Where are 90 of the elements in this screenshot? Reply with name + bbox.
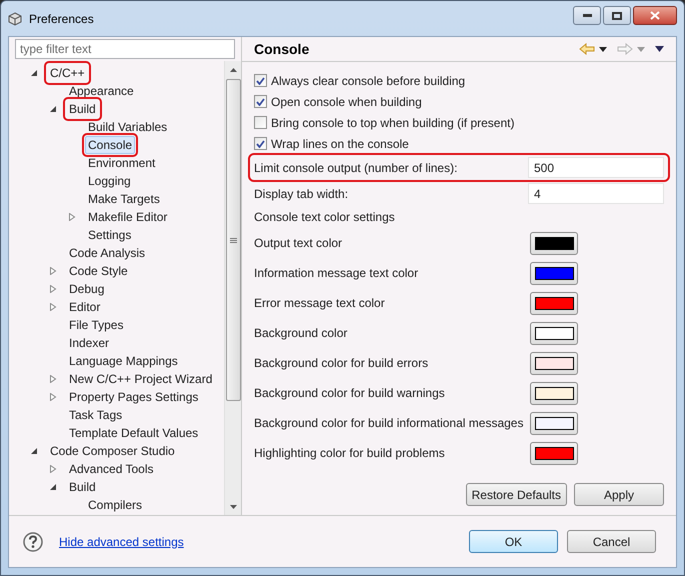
tree-item[interactable]: Make Targets	[85, 190, 163, 208]
tree-item[interactable]: New C/C++ Project Wizard	[66, 370, 216, 388]
section-label: Console text color settings	[254, 209, 395, 226]
color-label: Error message text color	[254, 295, 386, 312]
tree-item[interactable]: File Types	[66, 316, 126, 334]
color-button[interactable]	[530, 382, 578, 404]
tree-item[interactable]: Property Pages Settings	[66, 388, 202, 406]
maximize-icon	[612, 12, 622, 20]
maximize-button[interactable]	[603, 6, 631, 25]
minimize-icon	[582, 14, 592, 17]
dropdown-icon[interactable]	[599, 46, 607, 52]
tree-item[interactable]: Template Default Values	[66, 424, 202, 442]
color-label: Background color for build errors	[254, 355, 430, 372]
scroll-down-icon	[230, 505, 236, 509]
hide-advanced-settings-link[interactable]: Hide advanced settings	[59, 532, 184, 550]
dialog-button[interactable]: Apply	[574, 483, 664, 506]
color-label: Information message text color	[254, 265, 420, 282]
color-label: Background color for build informational messages	[254, 415, 524, 432]
close-button[interactable]	[633, 6, 677, 25]
grip-icon	[230, 238, 236, 242]
tree-item[interactable]: Code Analysis	[66, 244, 148, 262]
input-field[interactable]: 500	[528, 157, 664, 178]
color-label: Background color	[254, 325, 348, 342]
color-button[interactable]	[530, 292, 578, 314]
scrollbar[interactable]	[224, 61, 241, 515]
collapsed-arrow-icon[interactable]	[50, 267, 57, 275]
tree-item[interactable]: Build	[66, 478, 99, 496]
color-label: Background color for build warnings	[254, 385, 446, 402]
tree-item[interactable]: Code Composer Studio	[47, 442, 178, 460]
scrollbar-thumb[interactable]	[226, 79, 240, 401]
checkbox-label[interactable]: Bring console to top when building (if present)	[271, 114, 514, 132]
collapsed-arrow-icon[interactable]	[50, 375, 57, 383]
page-title: Console	[254, 40, 310, 58]
tree-item[interactable]: Build	[66, 100, 99, 118]
tree-item[interactable]: Debug	[66, 280, 108, 298]
field-label: Display tab width:	[254, 186, 348, 202]
tree-item[interactable]: Appearance	[66, 82, 137, 100]
input-field[interactable]: 4	[528, 183, 664, 204]
dropdown-icon	[637, 46, 645, 52]
cube-icon	[8, 12, 22, 26]
color-button[interactable]	[530, 322, 578, 344]
tree-item[interactable]: Task Tags	[66, 406, 126, 424]
tree-item[interactable]: Settings	[85, 226, 134, 244]
tree-item[interactable]: Advanced Tools	[66, 460, 157, 478]
collapsed-arrow-icon[interactable]	[50, 285, 57, 293]
minimize-button[interactable]	[573, 6, 601, 25]
checkbox[interactable]	[254, 116, 267, 129]
tree-item[interactable]: Makefile Editor	[85, 208, 170, 226]
checkbox[interactable]	[254, 95, 267, 108]
tree-item[interactable]: Language Mappings	[66, 352, 181, 370]
dialog-button[interactable]: OK	[469, 530, 558, 553]
color-button[interactable]	[530, 352, 578, 374]
expanded-arrow-icon[interactable]	[50, 105, 57, 113]
checkbox[interactable]	[254, 137, 267, 150]
expanded-arrow-icon[interactable]	[50, 483, 57, 491]
color-button[interactable]	[530, 412, 578, 434]
expanded-arrow-icon[interactable]	[31, 447, 38, 455]
collapsed-arrow-icon[interactable]	[50, 393, 57, 401]
checkbox-label[interactable]: Wrap lines on the console	[271, 134, 409, 152]
color-button[interactable]	[530, 232, 578, 254]
color-button[interactable]	[530, 442, 578, 464]
expanded-arrow-icon[interactable]	[31, 69, 38, 77]
checkbox-label[interactable]: Always clear console before building	[271, 72, 466, 90]
tree-item[interactable]: Code Style	[66, 262, 131, 280]
collapsed-arrow-icon[interactable]	[69, 213, 76, 221]
tree-item[interactable]: Logging	[85, 172, 134, 190]
collapsed-arrow-icon[interactable]	[50, 465, 57, 473]
collapsed-arrow-icon[interactable]	[50, 303, 57, 311]
field-label: Limit console output (number of lines):	[254, 160, 458, 176]
tree-item[interactable]: Editor	[66, 298, 104, 316]
close-icon	[650, 11, 660, 20]
tree-item[interactable]: Indexer	[66, 334, 112, 352]
color-label: Output text color	[254, 235, 344, 252]
scroll-up-icon	[230, 68, 236, 72]
checkbox-label[interactable]: Open console when building	[271, 92, 422, 110]
tree-item[interactable]: Environment	[85, 154, 158, 172]
forward-arrow-icon	[617, 43, 633, 55]
color-button[interactable]	[530, 262, 578, 284]
dialog-button[interactable]: Restore Defaults	[466, 483, 567, 506]
window-title: Preferences	[29, 10, 94, 28]
tree-item[interactable]: Compilers	[85, 496, 146, 514]
color-label: Highlighting color for build problems	[254, 445, 446, 462]
tree-item[interactable]: Console	[85, 136, 136, 154]
checkbox[interactable]	[254, 74, 267, 87]
dialog-button[interactable]: Cancel	[567, 530, 656, 553]
filter-field[interactable]: type filter text	[15, 39, 235, 59]
tree-item[interactable]: C/C++	[47, 64, 88, 82]
help-icon[interactable]	[23, 532, 43, 552]
tree-item[interactable]: Build Variables	[85, 118, 170, 136]
view-menu-icon[interactable]	[655, 46, 664, 52]
